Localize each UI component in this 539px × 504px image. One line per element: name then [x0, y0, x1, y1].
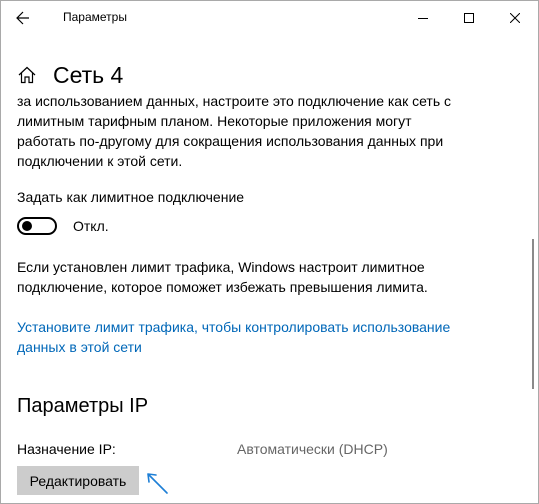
minimize-icon — [418, 18, 428, 19]
home-icon[interactable] — [17, 65, 37, 85]
edit-ip-button[interactable]: Редактировать — [17, 466, 139, 495]
metered-description-line: за использованием данных, настроите это … — [17, 93, 452, 109]
set-data-limit-link[interactable]: Установите лимит трафика, чтобы контроли… — [17, 317, 467, 357]
scrollbar-thumb[interactable] — [532, 239, 534, 389]
link-line[interactable]: данных в этой сети — [17, 337, 467, 357]
link-line[interactable]: Установите лимит трафика, чтобы контроли… — [17, 317, 467, 337]
page-title: Сеть 4 — [53, 61, 124, 88]
metered-toggle-label: Задать как лимитное подключение — [17, 189, 245, 205]
ip-assignment-value: Автоматически (DHCP) — [237, 441, 388, 457]
metered-toggle-state: Откл. — [73, 218, 109, 234]
limit-info-line: подключение, которое поможет избежать пр… — [17, 279, 428, 295]
ip-settings-heading: Параметры IP — [17, 395, 149, 417]
minimize-button[interactable] — [400, 1, 446, 35]
annotation-arrow-icon — [147, 473, 168, 494]
limit-info: Если установлен лимит трафика, Windows н… — [17, 257, 457, 297]
metered-description-line: работать по-другому для сокращения испол… — [17, 133, 444, 149]
toggle-knob — [22, 221, 32, 231]
page-header: Сеть 4 — [17, 59, 123, 91]
metered-description-line: подключении к этой сети. — [17, 153, 183, 169]
settings-window: Параметры Сеть 4 за использованием данны… — [0, 0, 539, 504]
maximize-button[interactable] — [446, 1, 492, 35]
title-bar: Параметры — [1, 1, 538, 35]
metered-description: за использованием данных, настроите это … — [17, 89, 457, 169]
close-button[interactable] — [492, 1, 538, 35]
scrollbar[interactable] — [530, 35, 536, 501]
back-button[interactable] — [9, 5, 37, 31]
close-icon — [510, 13, 520, 23]
maximize-icon — [464, 13, 474, 23]
metered-toggle[interactable] — [17, 217, 57, 235]
window-title: Параметры — [63, 10, 127, 24]
metered-description-line: лимитным тарифным планом. Некоторые прил… — [17, 113, 412, 129]
back-arrow-icon — [16, 11, 29, 25]
ip-assignment-label: Назначение IP: — [17, 441, 116, 457]
limit-info-line: Если установлен лимит трафика, Windows н… — [17, 259, 425, 275]
